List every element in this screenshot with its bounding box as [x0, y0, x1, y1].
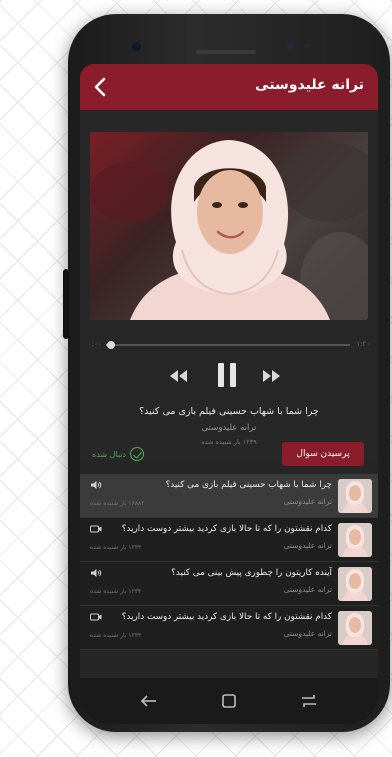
phone-frame: ترانه علیدوستی ۰:۰۰ ۱:۲۰ چرا شما با شهاب…	[63, 14, 390, 732]
home-icon[interactable]	[218, 690, 240, 712]
phone-screen: ترانه علیدوستی ۰:۰۰ ۱:۲۰ چرا شما با شهاب…	[80, 64, 378, 724]
avatar	[338, 567, 372, 601]
time-elapsed: ۰:۰۰	[88, 340, 102, 348]
progress-knob[interactable]	[106, 341, 115, 349]
video-icon	[90, 613, 102, 621]
avatar	[338, 479, 372, 513]
chevron-left-icon	[94, 77, 106, 97]
back-arrow-icon[interactable]	[138, 690, 160, 712]
recents-icon[interactable]	[298, 690, 320, 712]
current-author: ترانه علیدوستی	[201, 423, 257, 433]
list-item[interactable]: آینده کاریتون را چطوری پیش بینی می کنید؟…	[80, 562, 378, 606]
list-item-listens: ۱۶۸۸۲ بار شنیده شده	[90, 500, 145, 507]
sensor-dot	[304, 43, 310, 49]
avatar	[338, 611, 372, 645]
list-item-title: کدام نقشتون را که تا حالا بازی کردید بیش…	[121, 524, 332, 534]
rewind-button[interactable]	[168, 368, 188, 387]
current-question: چرا شما با شهاب حسینی فیلم بازی می کنید؟	[139, 406, 319, 417]
pause-button[interactable]	[216, 362, 238, 392]
follow-label: دنبال شده	[92, 449, 127, 459]
ask-question-button[interactable]: پرسیدن سوال	[282, 442, 364, 466]
video-icon	[90, 525, 102, 533]
list-item[interactable]: کدام نقشتون را که تا حالا بازی کردید بیش…	[80, 518, 378, 562]
follow-button[interactable]: دنبال شده	[92, 446, 145, 462]
earpiece-speaker	[196, 50, 256, 54]
list-item[interactable]: چرا شما با شهاب حسینی فیلم بازی می کنید؟…	[80, 474, 378, 518]
list-item-title: چرا شما با شهاب حسینی فیلم بازی می کنید؟	[165, 480, 332, 490]
forward-icon	[263, 370, 280, 382]
sensor-dot	[286, 42, 294, 50]
list-item-listens: ۱۲۳۴ بار شنیده شده	[90, 632, 142, 639]
audio-icon	[91, 569, 102, 577]
list-item-author: ترانه علیدوستی	[283, 629, 332, 638]
system-nav-bar	[80, 678, 378, 724]
list-item-author: ترانه علیدوستی	[283, 585, 332, 594]
time-total: ۱:۲۰	[356, 340, 370, 348]
artist-photo	[90, 132, 368, 320]
list-item-author: ترانه علیدوستی	[283, 541, 332, 550]
rewind-icon	[170, 370, 187, 382]
list-item-title: کدام نقشتون را که تا حالا بازی کردید بیش…	[121, 612, 332, 622]
list-item-listens: ۱۲۳۴ بار شنیده شده	[90, 544, 142, 551]
list-item-listens: ۱۲۳۴ بار شنیده شده	[90, 588, 142, 595]
app-bar: ترانه علیدوستی	[80, 64, 378, 110]
page-title: ترانه علیدوستی	[255, 77, 364, 93]
progress-bar[interactable]	[106, 341, 350, 349]
pause-icon	[218, 363, 236, 387]
player-area: ۰:۰۰ ۱:۲۰ چرا شما با شهاب حسینی فیلم باز…	[80, 110, 378, 460]
avatar	[338, 523, 372, 557]
list-item-title: آینده کاریتون را چطوری پیش بینی می کنید؟	[171, 568, 332, 578]
list-item-author: ترانه علیدوستی	[283, 497, 332, 506]
list-item[interactable]: کدام نقشتون را که تا حالا بازی کردید بیش…	[80, 606, 378, 650]
forward-button[interactable]	[262, 368, 282, 387]
front-camera	[132, 42, 141, 51]
check-circle-icon	[130, 447, 145, 461]
audio-icon	[91, 481, 102, 489]
back-button[interactable]	[88, 74, 114, 100]
